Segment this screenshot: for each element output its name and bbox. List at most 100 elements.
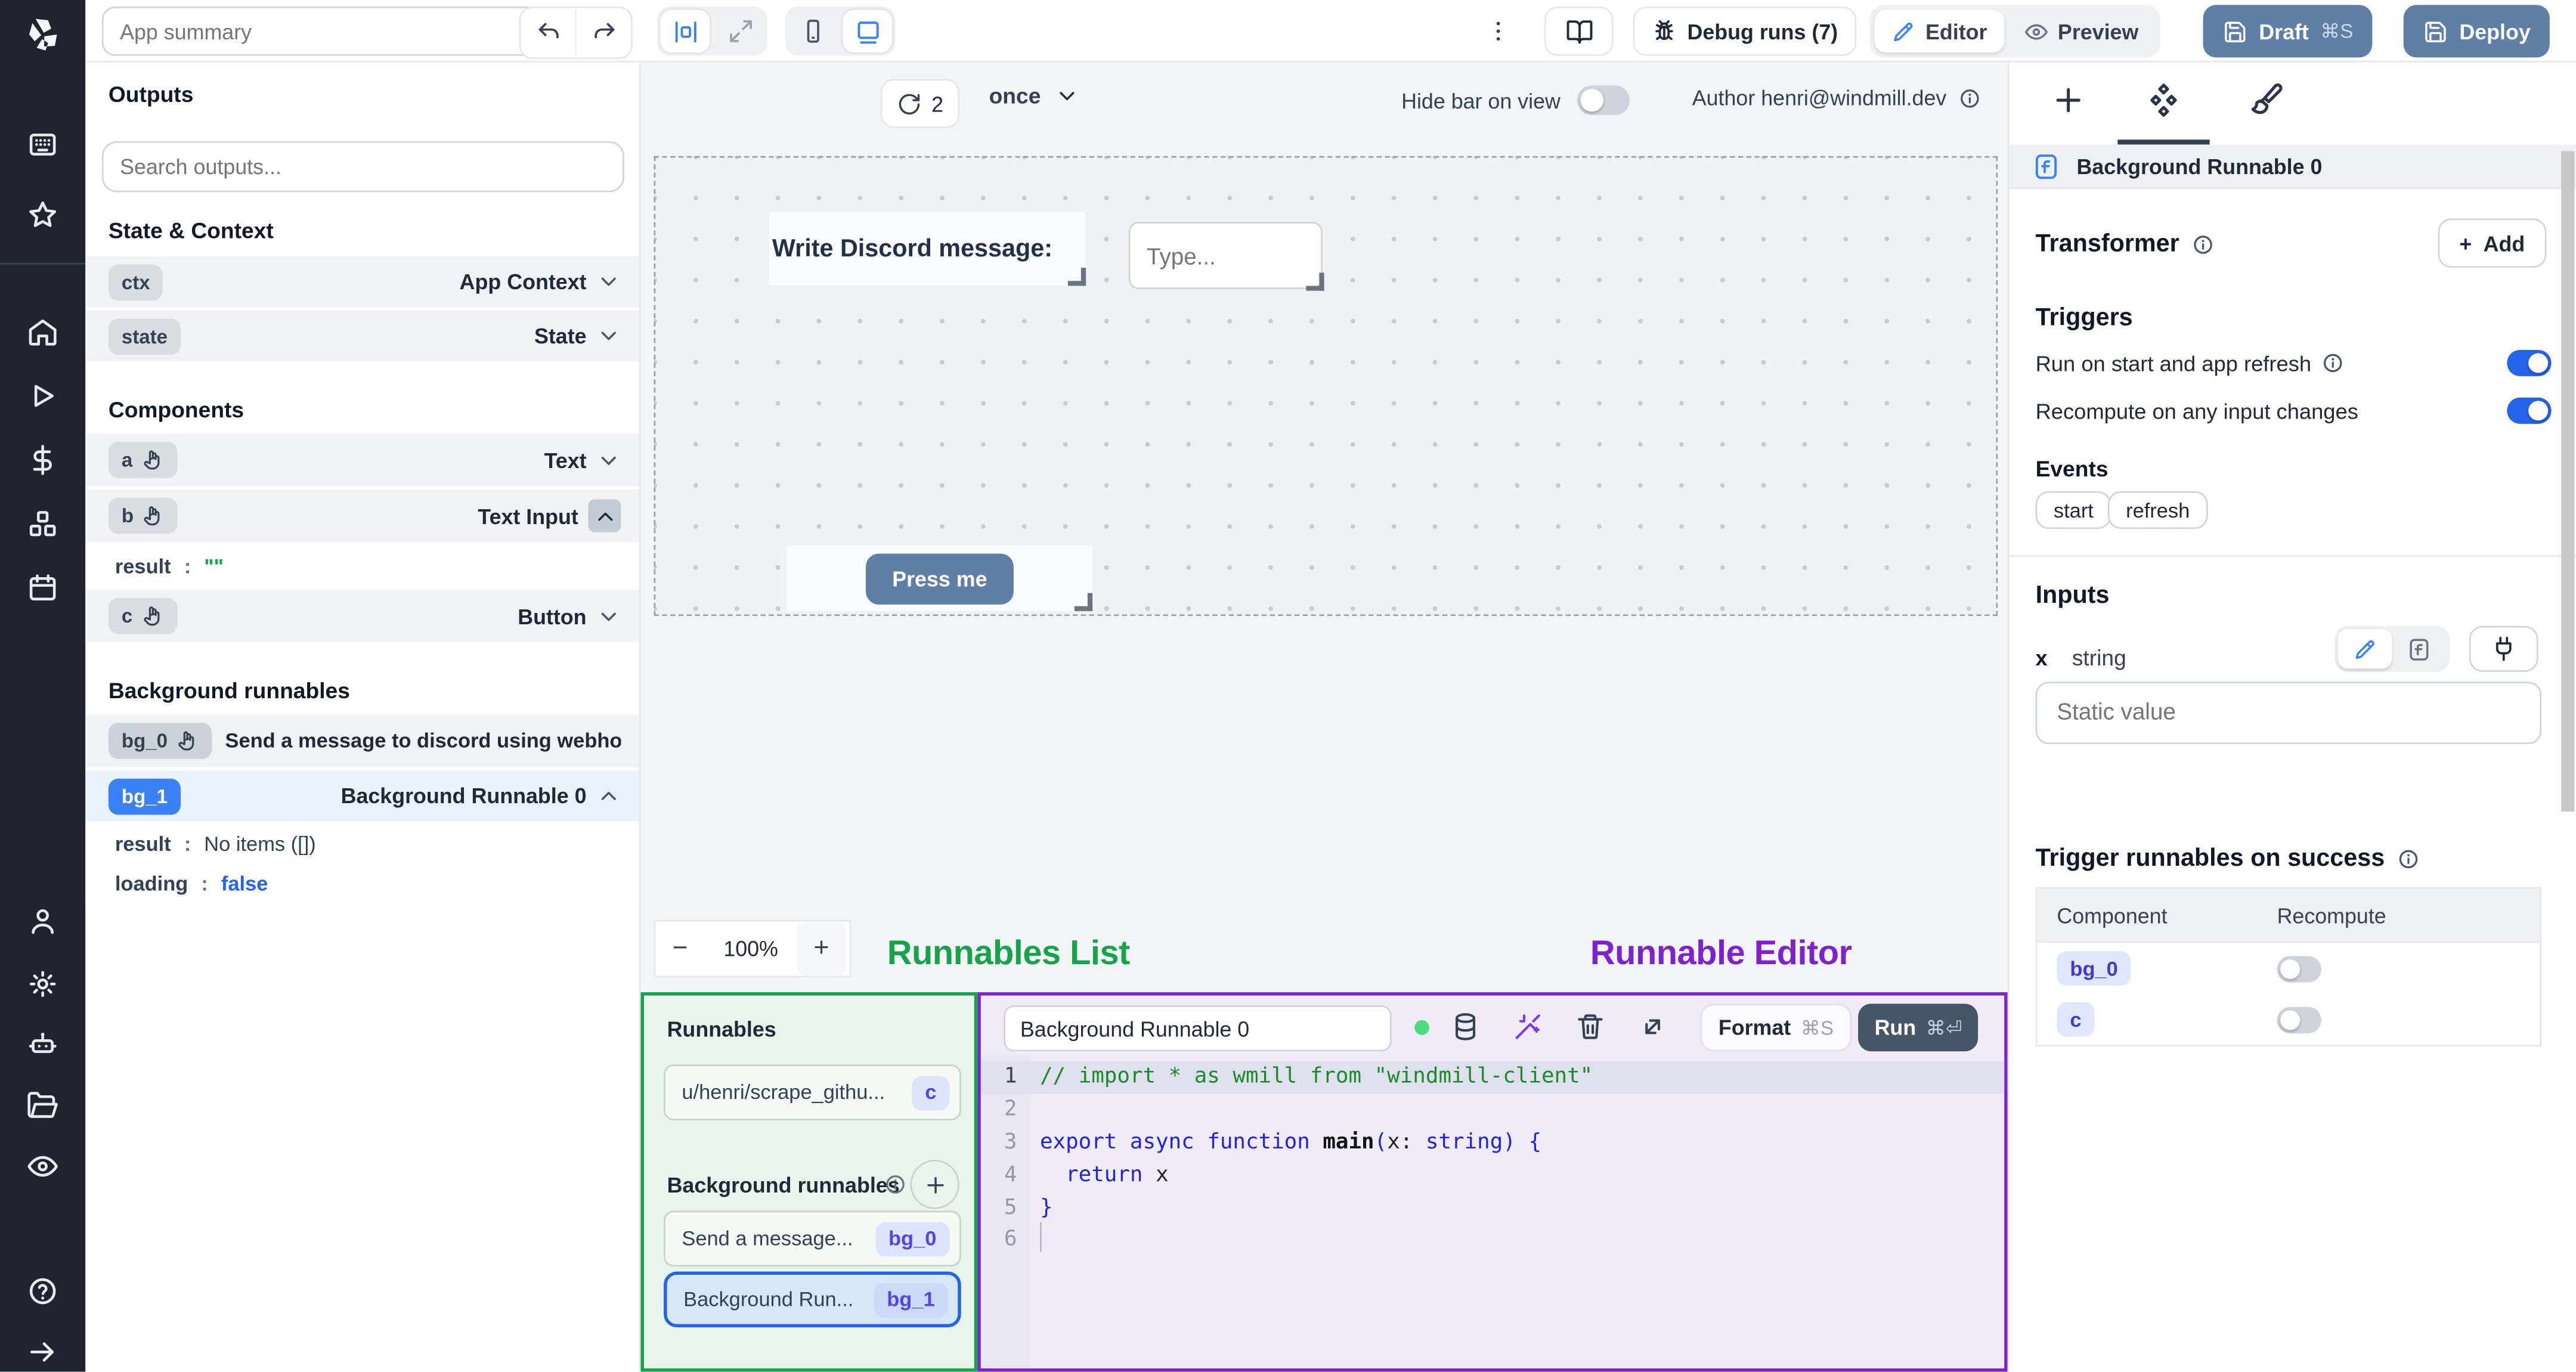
folders-icon[interactable] [26, 1089, 59, 1122]
info-icon[interactable] [2191, 233, 2214, 256]
search-outputs-input[interactable] [101, 141, 624, 193]
expand-editor-icon[interactable] [1638, 1012, 1668, 1042]
zoom-out-button[interactable]: − [655, 922, 705, 976]
windmill-logo-icon[interactable] [21, 13, 64, 56]
collapse-chevron-button[interactable] [588, 499, 621, 532]
hide-bar-toggle[interactable] [1577, 85, 1630, 115]
collapse-arrow-icon[interactable] [26, 1336, 59, 1368]
chevron-down-icon[interactable] [596, 448, 621, 472]
fullscreen-icon[interactable] [713, 8, 767, 54]
connect-plug-button[interactable] [2469, 625, 2538, 672]
cache-database-icon[interactable] [1451, 1012, 1481, 1042]
resize-handle[interactable] [1074, 593, 1093, 611]
press-me-button[interactable]: Press me [866, 553, 1014, 604]
output-row-bg1[interactable]: bg_1 Background Runnable 0 [85, 770, 639, 822]
app-grid-container[interactable]: Write Discord message: Press me [654, 156, 1998, 617]
refresh-count-button[interactable]: 2 [880, 79, 960, 128]
recompute-toggle[interactable] [2507, 397, 2552, 424]
runnable-item-c[interactable]: u/henri/scrape_githu... c [664, 1064, 961, 1120]
styling-brush-tab-icon[interactable] [2249, 82, 2286, 119]
schedules-calendar-icon[interactable] [26, 572, 59, 605]
frequency-value: once [989, 83, 1041, 109]
favorites-star-icon[interactable] [26, 199, 59, 231]
result-key: result [114, 555, 171, 578]
frequency-dropdown[interactable]: once [989, 84, 1079, 109]
debug-runs-button[interactable]: Debug runs (7) [1633, 7, 1856, 56]
row-badge: c [2057, 1002, 2095, 1037]
code-editor[interactable]: 1 // import * as wmill from "windmill-cl… [980, 1054, 2005, 1368]
variables-dollar-icon[interactable] [26, 444, 59, 476]
panel-scrollbar[interactable] [2561, 151, 2575, 812]
zoom-in-button[interactable]: + [797, 921, 846, 976]
resize-handle[interactable] [1306, 272, 1324, 291]
code-line: return x [1039, 1163, 1169, 1188]
function-icon [2032, 152, 2060, 180]
add-transformer-button[interactable]: + Add [2438, 218, 2547, 268]
resources-boxes-icon[interactable] [26, 507, 59, 540]
kebab-menu-icon[interactable] [1485, 18, 1512, 44]
users-icon[interactable] [26, 905, 59, 938]
preview-label: Preview [2057, 18, 2139, 44]
output-row-b[interactable]: b Text Input [85, 490, 639, 543]
ai-wand-icon[interactable] [1513, 1012, 1543, 1042]
output-row-ctx[interactable]: ctx App Context [85, 256, 639, 308]
recompute-row-toggle[interactable] [2277, 1006, 2321, 1033]
runnables-title: Runnables [667, 1017, 776, 1042]
run-button[interactable]: Run ⌘⏎ [1858, 1004, 1979, 1052]
docs-book-button[interactable] [1544, 7, 1614, 56]
info-icon[interactable] [884, 1173, 907, 1196]
eval-function-icon[interactable] [2392, 629, 2446, 668]
type-input[interactable] [1130, 223, 1321, 288]
input-mode-segmented [2334, 625, 2450, 672]
home-icon[interactable] [26, 315, 59, 348]
button-component[interactable]: Press me [787, 545, 1093, 611]
event-refresh-button[interactable]: refresh [2107, 491, 2208, 529]
runnable-name-input[interactable] [1004, 1005, 1392, 1052]
runs-play-icon[interactable] [26, 379, 59, 412]
output-row-c[interactable]: c Button [85, 590, 639, 643]
add-component-tab-icon[interactable] [2050, 82, 2086, 119]
chevron-down-icon[interactable] [596, 324, 621, 348]
run-on-start-toggle[interactable] [2507, 349, 2552, 376]
info-icon[interactable] [1958, 86, 1981, 110]
chevron-up-icon[interactable] [596, 783, 621, 808]
component-settings-tab-icon[interactable] [2145, 82, 2182, 119]
recompute-row: Recompute on any input changes [2036, 397, 2552, 424]
audit-eye-icon[interactable] [26, 1150, 59, 1183]
runnable-item-bg1-selected[interactable]: Background Run... bg_1 [664, 1271, 961, 1328]
debug-runs-label: Debug runs (7) [1687, 18, 1838, 44]
draft-button[interactable]: Draft ⌘S [2203, 5, 2373, 58]
apps-grid-icon[interactable] [26, 128, 59, 161]
mobile-view-icon[interactable] [785, 8, 840, 54]
help-icon[interactable] [26, 1275, 59, 1308]
resize-handle[interactable] [1067, 268, 1086, 286]
runnable-item-bg0[interactable]: Send a message... bg_0 [664, 1210, 961, 1267]
format-button[interactable]: Format ⌘S [1700, 1004, 1852, 1052]
undo-button[interactable] [521, 10, 577, 56]
workers-robot-icon[interactable] [26, 1029, 59, 1061]
hide-bar-label: Hide bar on view [1401, 88, 1561, 113]
output-row-state[interactable]: state State [85, 310, 639, 362]
static-value-textarea[interactable] [2035, 682, 2542, 745]
tab-preview[interactable]: Preview [2007, 10, 2155, 53]
textinput-component[interactable] [1128, 221, 1324, 291]
chevron-down-icon[interactable] [596, 603, 621, 628]
tab-editor[interactable]: Editor [1874, 10, 2004, 53]
deploy-button[interactable]: Deploy [2403, 5, 2550, 58]
redo-button[interactable] [577, 10, 631, 56]
settings-gear-icon[interactable] [26, 968, 59, 1001]
recompute-row-toggle[interactable] [2277, 955, 2321, 982]
output-row-a[interactable]: a Text [85, 433, 639, 487]
center-layout-icon[interactable] [660, 10, 710, 53]
desktop-view-icon[interactable] [843, 10, 893, 53]
event-start-button[interactable]: start [2035, 491, 2112, 529]
text-component[interactable]: Write Discord message: [769, 212, 1086, 286]
output-row-bg0[interactable]: bg_0 Send a message to discord using web… [85, 714, 639, 767]
delete-trash-icon[interactable] [1575, 1012, 1605, 1042]
app-summary-input[interactable] [101, 7, 556, 56]
info-icon[interactable] [2321, 352, 2345, 375]
add-background-runnable-button[interactable] [910, 1160, 959, 1209]
info-icon[interactable] [2397, 847, 2420, 870]
chevron-down-icon[interactable] [596, 270, 621, 294]
static-pencil-icon[interactable] [2337, 629, 2392, 669]
